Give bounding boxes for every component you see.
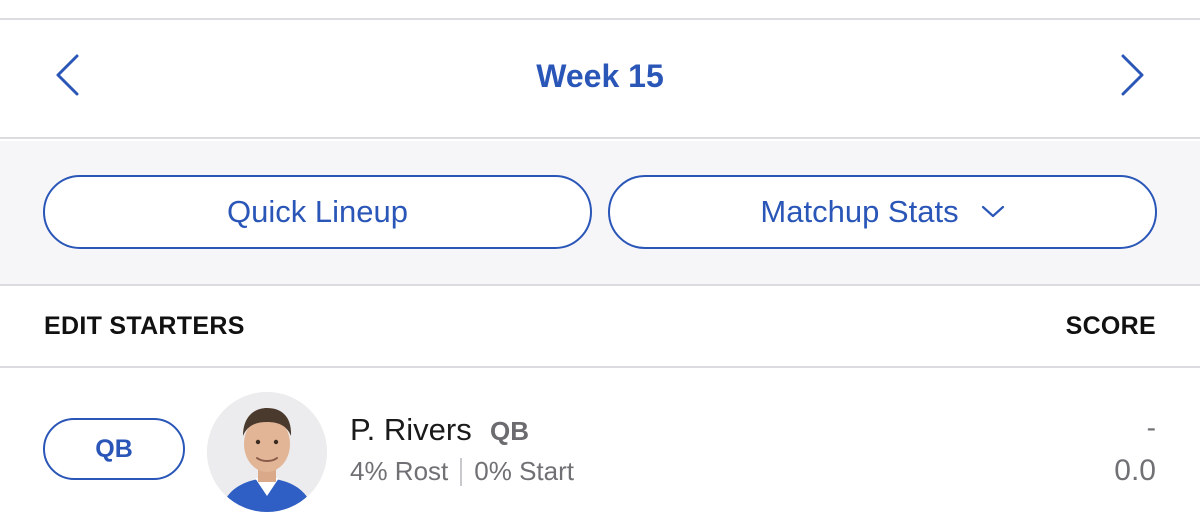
player-name[interactable]: P. Rivers: [350, 412, 472, 448]
player-projection: -: [1146, 412, 1156, 443]
matchup-stats-label: Matchup Stats: [760, 194, 959, 229]
next-week-button[interactable]: [1108, 50, 1158, 100]
week-navigator: Week 15: [0, 22, 1200, 139]
rostered-percent: 4% Rost: [350, 456, 449, 486]
started-percent: 0% Start: [474, 456, 574, 486]
quick-lineup-label: Quick Lineup: [227, 194, 408, 229]
top-strip: [0, 0, 1200, 20]
score-heading: SCORE: [1065, 312, 1156, 340]
player-avatar[interactable]: [207, 392, 327, 512]
starters-section-header: EDIT STARTERS SCORE: [0, 288, 1200, 368]
slot-qb-button[interactable]: QB: [43, 418, 185, 480]
player-score: 0.0: [1114, 454, 1156, 487]
player-position: QB: [490, 416, 529, 446]
player-row: QB P. Rivers QB 4% Rost 0% Start - 0.0: [0, 370, 1200, 528]
chevron-down-icon: [981, 205, 1005, 219]
action-bar: Quick Lineup Matchup Stats: [0, 141, 1200, 286]
quick-lineup-button[interactable]: Quick Lineup: [43, 175, 592, 249]
chevron-right-icon: [1121, 54, 1144, 96]
player-headshot-image: [207, 392, 327, 512]
week-title: Week 15: [536, 58, 664, 94]
meta-divider: [460, 457, 463, 486]
edit-starters-heading: EDIT STARTERS: [44, 312, 245, 340]
matchup-stats-dropdown[interactable]: Matchup Stats: [608, 175, 1157, 249]
player-ownership: 4% Rost 0% Start: [350, 456, 574, 487]
